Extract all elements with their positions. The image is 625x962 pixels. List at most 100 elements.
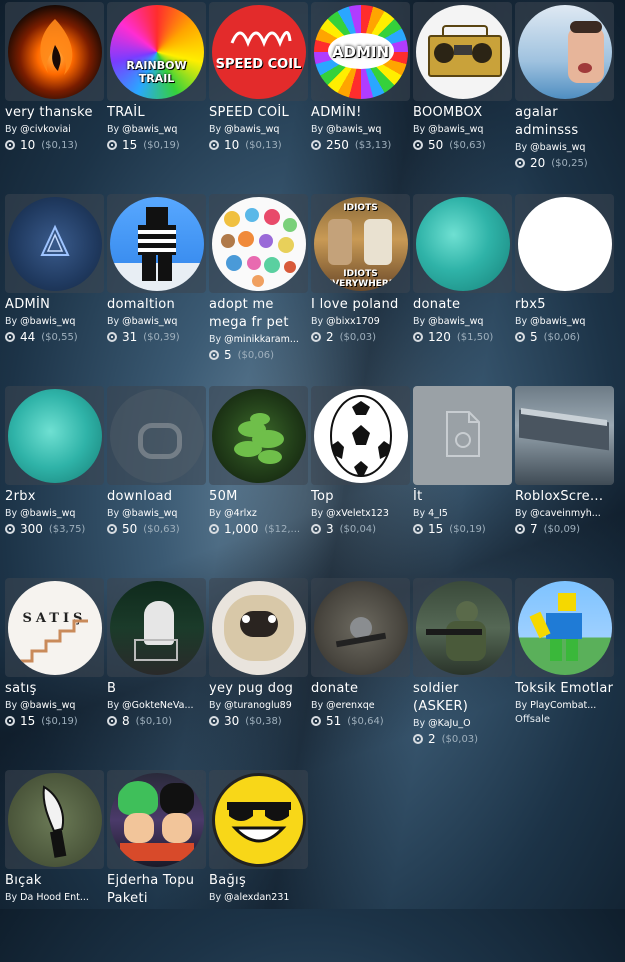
- item-card[interactable]: B By @GokteNeVa... 8 ($0,10): [107, 578, 206, 770]
- item-name[interactable]: adopt me mega fr pet: [209, 296, 308, 332]
- item-card[interactable]: donate By @bawis_wq 120 ($1,50): [413, 194, 512, 386]
- item-card[interactable]: rbx5 By @bawis_wq 5 ($0,06): [515, 194, 614, 386]
- item-card[interactable]: download By @bawis_wq 50 ($0,63): [107, 386, 206, 578]
- item-name[interactable]: satış: [5, 680, 104, 698]
- item-card[interactable]: ADMIN ADMİN! By @bawis_wq 250 ($3,13): [311, 2, 410, 194]
- item-name[interactable]: soldier (ASKER): [413, 680, 512, 716]
- item-name[interactable]: B: [107, 680, 206, 698]
- item-creator[interactable]: By @bawis_wq: [413, 316, 512, 327]
- item-card[interactable]: RAINBOW TRAIL TRAİL By @bawis_wq 15 ($0,1…: [107, 2, 206, 194]
- item-name[interactable]: Ejderha Topu Paketi: [107, 872, 206, 908]
- item-card[interactable]: donate By @erenxqe 51 ($0,64): [311, 578, 410, 770]
- item-creator[interactable]: By Da Hood Ent...: [5, 892, 104, 903]
- item-name[interactable]: ADMİN: [5, 296, 104, 314]
- item-thumbnail[interactable]: [209, 386, 308, 485]
- item-thumbnail[interactable]: [311, 386, 410, 485]
- item-thumbnail[interactable]: [209, 194, 308, 293]
- item-name[interactable]: Bağış: [209, 872, 308, 890]
- item-card[interactable]: 50M By @4rlxz 1,000 ($12,...: [209, 386, 308, 578]
- item-name[interactable]: BOOMBOX: [413, 104, 512, 122]
- item-thumbnail[interactable]: [515, 2, 614, 101]
- item-name[interactable]: donate: [413, 296, 512, 314]
- item-card[interactable]: BOOMBOX By @bawis_wq 50 ($0,63): [413, 2, 512, 194]
- item-card[interactable]: İt By 4_I5 15 ($0,19): [413, 386, 512, 578]
- item-card[interactable]: Bıçak By Da Hood Ent...: [5, 770, 104, 962]
- item-creator[interactable]: By @KaJu_O: [413, 718, 512, 729]
- item-card[interactable]: 2rbx By @bawis_wq 300 ($3,75): [5, 386, 104, 578]
- item-thumbnail[interactable]: [5, 2, 104, 101]
- item-name[interactable]: ADMİN!: [311, 104, 410, 122]
- item-card[interactable]: SATIŞ satış By @bawis_wq 15 ($0,19): [5, 578, 104, 770]
- item-card[interactable]: ADMİN By @bawis_wq 44 ($0,55): [5, 194, 104, 386]
- item-thumbnail[interactable]: IDIOTS IDIOTS EVERYWHERE: [311, 194, 410, 293]
- item-creator[interactable]: By @xVeletx123: [311, 508, 410, 519]
- item-thumbnail[interactable]: [5, 194, 104, 293]
- item-thumbnail[interactable]: [209, 770, 308, 869]
- item-creator[interactable]: By @bawis_wq: [5, 508, 104, 519]
- item-creator[interactable]: By @bawis_wq: [107, 508, 206, 519]
- item-thumbnail[interactable]: [107, 578, 206, 677]
- item-thumbnail[interactable]: [413, 194, 512, 293]
- item-thumbnail[interactable]: [107, 770, 206, 869]
- item-name[interactable]: Bıçak: [5, 872, 104, 890]
- item-creator[interactable]: By @bixx1709: [311, 316, 410, 327]
- item-name[interactable]: rbx5: [515, 296, 614, 314]
- item-thumbnail[interactable]: [5, 770, 104, 869]
- item-card[interactable]: Ejderha Topu Paketi: [107, 770, 206, 962]
- item-creator[interactable]: By @bawis_wq: [107, 316, 206, 327]
- item-name[interactable]: I love poland: [311, 296, 410, 314]
- item-card[interactable]: RobloxScre... By @caveinmyh... 7 ($0,09): [515, 386, 614, 578]
- item-card[interactable]: yey pug dog By @turanoglu89 30 ($0,38): [209, 578, 308, 770]
- item-thumbnail[interactable]: [107, 194, 206, 293]
- item-creator[interactable]: By @caveinmyh...: [515, 508, 614, 519]
- item-name[interactable]: 50M: [209, 488, 308, 506]
- item-thumbnail[interactable]: [413, 386, 512, 485]
- item-name[interactable]: SPEED COİL: [209, 104, 308, 122]
- item-name[interactable]: download: [107, 488, 206, 506]
- item-card[interactable]: agalar adminsss By @bawis_wq 20 ($0,25): [515, 2, 614, 194]
- item-creator[interactable]: By @bawis_wq: [107, 124, 206, 135]
- item-thumbnail[interactable]: ADMIN: [311, 2, 410, 101]
- item-creator[interactable]: By @bawis_wq: [209, 124, 308, 135]
- item-creator[interactable]: By @alexdan231: [209, 892, 308, 903]
- item-card[interactable]: SPEED COIL SPEED COİL By @bawis_wq 10 ($0…: [209, 2, 308, 194]
- item-name[interactable]: 2rbx: [5, 488, 104, 506]
- item-thumbnail[interactable]: [5, 386, 104, 485]
- item-name[interactable]: İt: [413, 488, 512, 506]
- item-name[interactable]: Top: [311, 488, 410, 506]
- item-creator[interactable]: By @turanoglu89: [209, 700, 308, 711]
- item-creator[interactable]: By @bawis_wq: [515, 142, 614, 153]
- item-creator[interactable]: By @bawis_wq: [515, 316, 614, 327]
- item-name[interactable]: yey pug dog: [209, 680, 308, 698]
- item-card[interactable]: Bağış By @alexdan231: [209, 770, 308, 962]
- item-thumbnail[interactable]: [515, 386, 614, 485]
- item-card[interactable]: domaltion By @bawis_wq 31 ($0,39): [107, 194, 206, 386]
- item-thumbnail[interactable]: SATIŞ: [5, 578, 104, 677]
- item-creator[interactable]: By @bawis_wq: [311, 124, 410, 135]
- item-creator[interactable]: By @bawis_wq: [5, 316, 104, 327]
- item-card[interactable]: very thanske By @civkoviai 10 ($0,13): [5, 2, 104, 194]
- item-thumbnail[interactable]: [413, 2, 512, 101]
- item-thumbnail[interactable]: RAINBOW TRAIL: [107, 2, 206, 101]
- item-name[interactable]: donate: [311, 680, 410, 698]
- item-card[interactable]: adopt me mega fr pet By @minikkaram... 5…: [209, 194, 308, 386]
- item-name[interactable]: TRAİL: [107, 104, 206, 122]
- item-name[interactable]: Toksik Emotlar: [515, 680, 614, 698]
- item-card[interactable]: soldier (ASKER) By @KaJu_O 2 ($0,03): [413, 578, 512, 770]
- item-thumbnail[interactable]: [515, 578, 614, 677]
- item-thumbnail[interactable]: [209, 578, 308, 677]
- item-creator[interactable]: By @bawis_wq: [5, 700, 104, 711]
- item-creator[interactable]: By @GokteNeVa...: [107, 700, 206, 711]
- item-card[interactable]: Top By @xVeletx123 3 ($0,04): [311, 386, 410, 578]
- item-creator[interactable]: By PlayCombat...: [515, 700, 614, 711]
- item-creator[interactable]: By @4rlxz: [209, 508, 308, 519]
- item-thumbnail[interactable]: [107, 386, 206, 485]
- item-creator[interactable]: By @minikkaram...: [209, 334, 308, 345]
- item-name[interactable]: RobloxScre...: [515, 488, 614, 506]
- item-thumbnail[interactable]: [413, 578, 512, 677]
- item-card[interactable]: Toksik Emotlar By PlayCombat... Offsale: [515, 578, 614, 770]
- item-creator[interactable]: By @bawis_wq: [413, 124, 512, 135]
- item-name[interactable]: domaltion: [107, 296, 206, 314]
- item-thumbnail[interactable]: SPEED COIL: [209, 2, 308, 101]
- item-name[interactable]: very thanske: [5, 104, 104, 122]
